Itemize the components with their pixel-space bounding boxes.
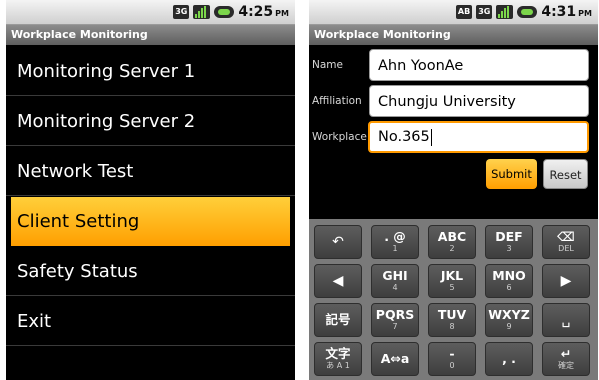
battery-icon (214, 6, 235, 18)
menu-item-safety-status[interactable]: Safety Status (6, 247, 295, 296)
signal-strength-icon (193, 5, 211, 19)
space-key[interactable]: ␣ (542, 303, 590, 337)
delete-key[interactable]: ⌫ DEL (542, 225, 590, 259)
menu-item-monitoring-server-2[interactable]: Monitoring Server 2 (6, 97, 295, 146)
menu-item-client-setting[interactable]: Client Setting (11, 197, 290, 246)
signal-strength-icon (496, 5, 514, 19)
undo-arrow-icon: ↶ (332, 234, 344, 250)
punctuation-key[interactable]: , . (485, 342, 533, 376)
symbols-key[interactable]: 記号 (314, 303, 362, 337)
undo-key[interactable]: ↶ (314, 225, 362, 259)
clock: 4:25 PM (238, 4, 289, 20)
key-1[interactable]: . @1 (371, 225, 419, 259)
submit-button[interactable]: Submit (486, 159, 537, 189)
key-4[interactable]: GHI 4 (371, 264, 419, 298)
key-8[interactable]: TUV 8 (428, 303, 476, 337)
key-6[interactable]: MNO 6 (485, 264, 533, 298)
space-icon: ␣ (561, 312, 571, 328)
workplace-label: Workplace (312, 131, 367, 143)
menu-item-network-test[interactable]: Network Test (6, 147, 295, 196)
affiliation-field[interactable]: Chungju University (369, 85, 589, 117)
phone-screen-client-setting: AB 3G 4:31 PM Workplace Monitoring Name A… (309, 0, 598, 380)
case-toggle-key[interactable]: A⇔a (371, 342, 419, 376)
phone-screen-main-menu: 3G 4:25 PM Workplace Monitoring Monitorin… (6, 0, 295, 380)
key-2[interactable]: ABC 2 (428, 225, 476, 259)
key-9[interactable]: WXYZ 9 (485, 303, 533, 337)
affiliation-row: Affiliation Chungju University (309, 85, 598, 119)
status-bar: AB 3G 4:31 PM (309, 0, 598, 25)
battery-icon (517, 6, 538, 18)
network-type-icon: 3G (476, 5, 493, 19)
backspace-icon: ⌫ (557, 229, 575, 244)
menu-item-exit[interactable]: Exit (6, 297, 295, 346)
key-7[interactable]: PQRS 7 (371, 303, 419, 337)
input-mode-badge: AB (455, 5, 473, 19)
workplace-row: Workplace No.365 (309, 121, 598, 155)
app-title: Workplace Monitoring (6, 25, 295, 45)
clock: 4:31 PM (541, 4, 592, 20)
cursor-left-key[interactable]: ◀ (314, 264, 362, 298)
text-cursor (430, 128, 432, 146)
key-5[interactable]: JKL 5 (428, 264, 476, 298)
workplace-field[interactable]: No.365 (368, 121, 589, 153)
key-3[interactable]: DEF 3 (485, 225, 533, 259)
name-label: Name (312, 59, 343, 71)
network-type-icon: 3G (173, 5, 190, 19)
main-menu: Monitoring Server 1 Monitoring Server 2 … (6, 46, 295, 346)
input-mode-key[interactable]: 文字あ A 1 (314, 342, 362, 376)
menu-item-monitoring-server-1[interactable]: Monitoring Server 1 (6, 47, 295, 96)
reset-button[interactable]: Reset (543, 159, 588, 189)
status-bar: 3G 4:25 PM (6, 0, 295, 25)
affiliation-label: Affiliation (312, 95, 362, 107)
name-field[interactable]: Ahn YoonAe (369, 49, 589, 81)
key-0[interactable]: -0 (428, 342, 476, 376)
cursor-right-icon: ▶ (560, 273, 572, 289)
workplace-value: No.365 (378, 129, 430, 145)
cursor-right-key[interactable]: ▶ (542, 264, 590, 298)
name-row: Name Ahn YoonAe (309, 49, 598, 83)
enter-key[interactable]: ↵ 確定 (542, 342, 590, 376)
cursor-left-icon: ◀ (332, 273, 344, 289)
enter-icon: ↵ (560, 346, 572, 361)
soft-keyboard: ↶ . @1 ABC 2 DEF 3 ⌫ DEL ◀ GHI 4 JKL 5 MNO 6 ▶… (309, 219, 598, 380)
app-title: Workplace Monitoring (309, 25, 598, 45)
